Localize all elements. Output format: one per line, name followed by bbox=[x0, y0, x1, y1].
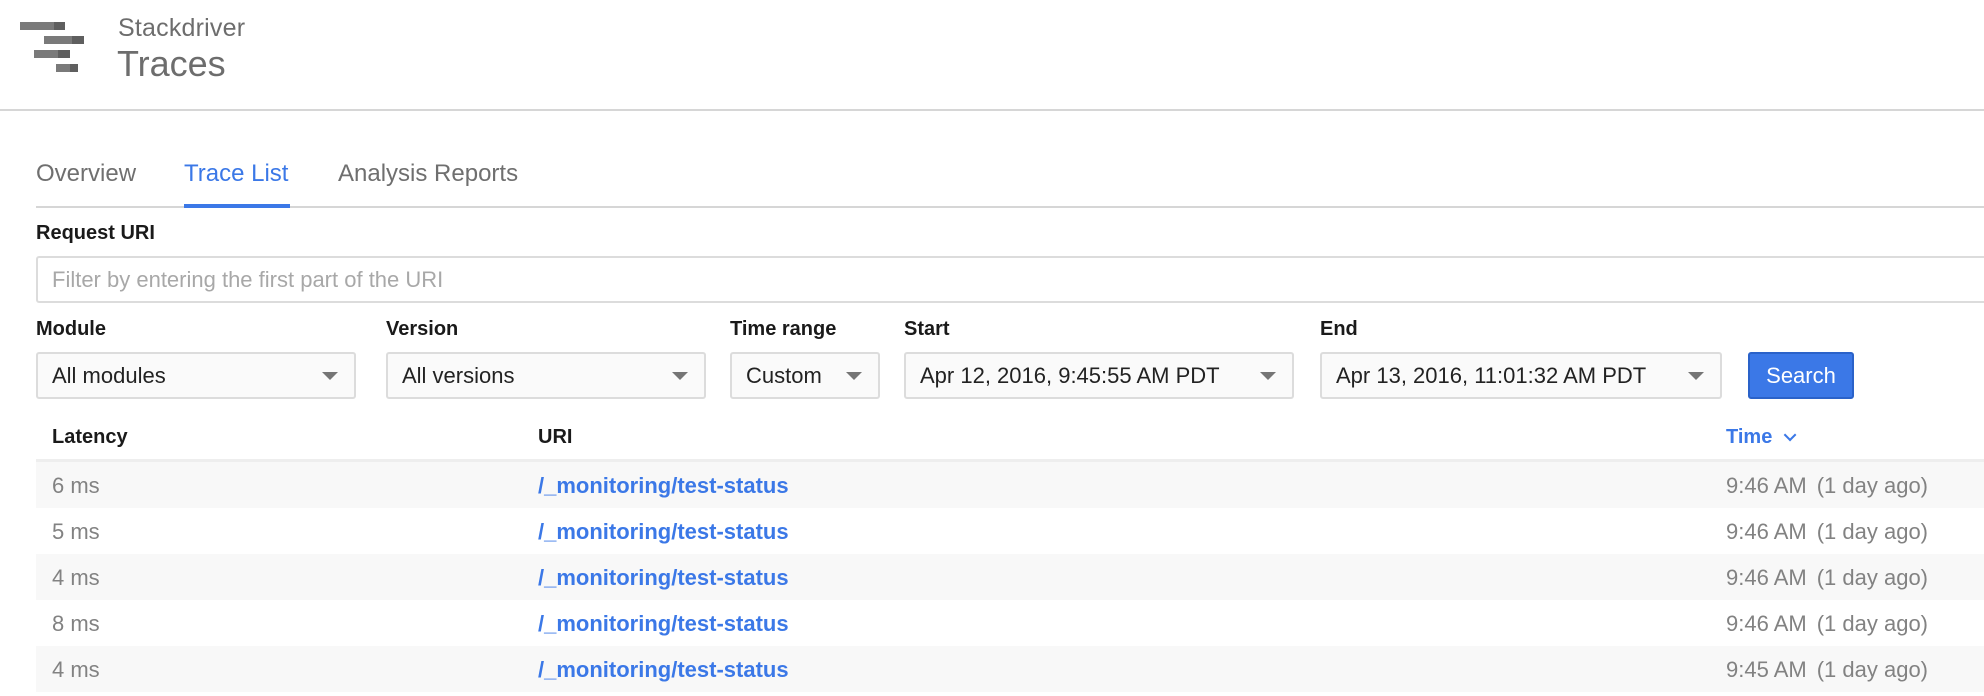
request-uri-input[interactable] bbox=[36, 256, 1984, 303]
relative-time: (1 day ago) bbox=[1816, 657, 1929, 682]
stackdriver-traces-app: Stackdriver Traces Overview Trace List A… bbox=[0, 0, 1984, 696]
column-header-latency-label: Latency bbox=[52, 426, 128, 448]
uri-link[interactable]: /_monitoring/test-status bbox=[538, 657, 789, 683]
time-cell: 9:46 AM (1 day ago) bbox=[1726, 473, 1928, 499]
dropdown-caret-icon bbox=[322, 372, 338, 380]
time-range-label: Time range bbox=[730, 318, 837, 340]
logo-bar bbox=[56, 64, 78, 72]
dropdown-caret-icon bbox=[846, 372, 862, 380]
time-value: 9:46 AM bbox=[1726, 473, 1807, 498]
column-header-time-label: Time bbox=[1726, 426, 1773, 448]
column-header-uri-label: URI bbox=[538, 426, 573, 448]
column-header-uri[interactable]: URI bbox=[538, 426, 572, 449]
time-cell: 9:46 AM (1 day ago) bbox=[1726, 611, 1928, 637]
time-cell: 9:46 AM (1 day ago) bbox=[1726, 519, 1928, 545]
active-tab-indicator bbox=[184, 204, 290, 208]
time-cell: 9:45 AM (1 day ago) bbox=[1726, 657, 1928, 683]
table-header: Latency URI Time bbox=[36, 416, 1984, 462]
uri-link[interactable]: /_monitoring/test-status bbox=[538, 473, 789, 499]
time-range-select-value: Custom bbox=[746, 362, 822, 388]
module-select-value: All modules bbox=[52, 362, 166, 388]
logo-bar bbox=[20, 22, 65, 30]
dropdown-caret-icon bbox=[1260, 372, 1276, 380]
tab-overview[interactable]: Overview bbox=[36, 160, 136, 188]
module-label: Module bbox=[36, 318, 106, 340]
latency-cell: 5 ms bbox=[52, 519, 100, 544]
table-row[interactable]: 8 ms /_monitoring/test-status 9:46 AM (1 … bbox=[36, 600, 1984, 646]
time-value: 9:46 AM bbox=[1726, 519, 1807, 544]
column-header-time[interactable]: Time bbox=[1726, 426, 1797, 449]
time-value: 9:46 AM bbox=[1726, 565, 1807, 590]
relative-time: (1 day ago) bbox=[1816, 519, 1929, 544]
table-row[interactable]: 5 ms /_monitoring/test-status 9:46 AM (1 … bbox=[36, 508, 1984, 554]
version-label: Version bbox=[386, 318, 459, 340]
version-select-value: All versions bbox=[402, 362, 515, 388]
start-label: Start bbox=[904, 318, 950, 340]
dropdown-caret-icon bbox=[672, 372, 688, 380]
tab-bar: Overview Trace List Analysis Reports bbox=[36, 150, 1984, 208]
uri-link[interactable]: /_monitoring/test-status bbox=[538, 565, 789, 591]
tab-analysis-reports[interactable]: Analysis Reports bbox=[338, 160, 518, 188]
start-time-value: Apr 12, 2016, 9:45:55 AM PDT bbox=[920, 362, 1220, 388]
time-value: 9:45 AM bbox=[1726, 657, 1807, 682]
request-uri-label: Request URI bbox=[36, 222, 155, 244]
latency-cell: 4 ms bbox=[52, 565, 100, 590]
uri-link[interactable]: /_monitoring/test-status bbox=[538, 519, 789, 545]
latency-cell: 6 ms bbox=[52, 473, 100, 498]
dropdown-caret-icon bbox=[1688, 372, 1704, 380]
table-row[interactable]: 4 ms /_monitoring/test-status 9:45 AM (1 … bbox=[36, 646, 1984, 692]
page-title: Traces bbox=[117, 43, 226, 84]
module-select[interactable]: All modules bbox=[36, 352, 356, 399]
table-row[interactable]: 4 ms /_monitoring/test-status 9:46 AM (1 … bbox=[36, 554, 1984, 600]
logo-bar bbox=[34, 50, 70, 58]
tab-trace-list[interactable]: Trace List bbox=[184, 160, 288, 188]
latency-cell: 4 ms bbox=[52, 657, 100, 682]
time-range-select[interactable]: Custom bbox=[730, 352, 880, 399]
logo-bar bbox=[44, 36, 84, 44]
sort-descending-chevron-icon bbox=[1783, 428, 1797, 442]
column-header-latency[interactable]: Latency bbox=[52, 426, 128, 449]
relative-time: (1 day ago) bbox=[1816, 473, 1929, 498]
uri-link[interactable]: /_monitoring/test-status bbox=[538, 611, 789, 637]
time-cell: 9:46 AM (1 day ago) bbox=[1726, 565, 1928, 591]
table-row[interactable]: 6 ms /_monitoring/test-status 9:46 AM (1 … bbox=[36, 462, 1984, 508]
app-header: Stackdriver Traces bbox=[0, 0, 1984, 111]
end-time-select[interactable]: Apr 13, 2016, 11:01:32 AM PDT bbox=[1320, 352, 1722, 399]
start-time-select[interactable]: Apr 12, 2016, 9:45:55 AM PDT bbox=[904, 352, 1294, 399]
relative-time: (1 day ago) bbox=[1816, 565, 1929, 590]
stackdriver-trace-logo-icon bbox=[0, 0, 100, 90]
version-select[interactable]: All versions bbox=[386, 352, 706, 399]
trace-table: Latency URI Time 6 ms /_monitoring/test-… bbox=[36, 416, 1984, 692]
search-button[interactable]: Search bbox=[1748, 352, 1854, 399]
end-label: End bbox=[1320, 318, 1358, 340]
relative-time: (1 day ago) bbox=[1816, 611, 1929, 636]
brand-name: Stackdriver bbox=[118, 14, 246, 42]
latency-cell: 8 ms bbox=[52, 611, 100, 636]
end-time-value: Apr 13, 2016, 11:01:32 AM PDT bbox=[1336, 362, 1647, 388]
time-value: 9:46 AM bbox=[1726, 611, 1807, 636]
